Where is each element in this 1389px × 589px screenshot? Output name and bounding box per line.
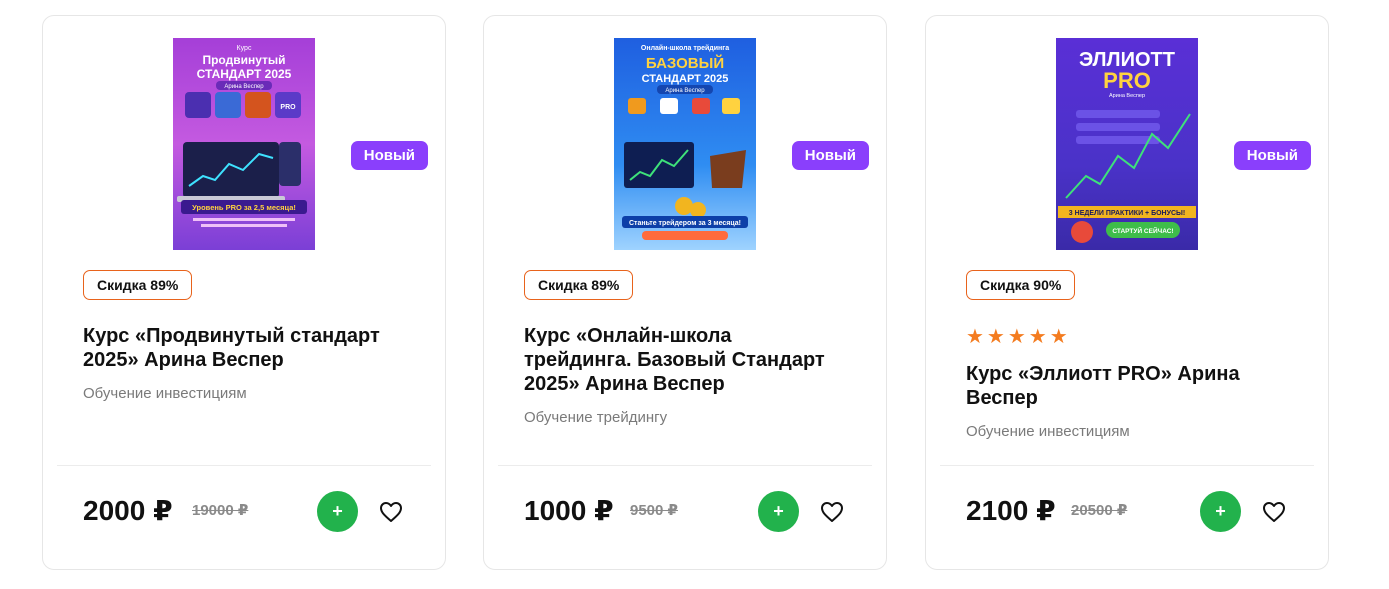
product-category: Обучение инвестициям: [83, 385, 247, 402]
product-card[interactable]: Онлайн-школа трейдинга БАЗОВЫЙ СТАНДАРТ …: [483, 15, 887, 570]
product-card[interactable]: Курс Продвинутый СТАНДАРТ 2025 Арина Вес…: [42, 15, 446, 570]
svg-text:Курс: Курс: [237, 45, 252, 52]
heart-icon: [1263, 502, 1285, 522]
product-category: Обучение трейдингу: [524, 409, 668, 426]
plus-icon: +: [773, 501, 784, 521]
discount-badge: Скидка 89%: [83, 270, 193, 300]
divider: [940, 465, 1314, 466]
current-price: 2000 ₽: [83, 495, 173, 526]
svg-text:3 НЕДЕЛИ ПРАКТИКИ + БОНУСЫ!: 3 НЕДЕЛИ ПРАКТИКИ + БОНУСЫ!: [1069, 210, 1185, 217]
svg-text:PRO: PRO: [280, 104, 296, 111]
svg-text:Арина Веспер: Арина Веспер: [224, 84, 264, 90]
svg-text:БАЗОВЫЙ: БАЗОВЫЙ: [646, 54, 724, 72]
svg-text:СТАНДАРТ 2025: СТАНДАРТ 2025: [197, 67, 292, 81]
old-price: 20500 ₽: [1071, 502, 1128, 519]
divider: [57, 465, 431, 466]
svg-text:PRO: PRO: [1103, 68, 1151, 93]
old-price: 19000 ₽: [192, 502, 249, 519]
current-price: 1000 ₽: [524, 495, 614, 526]
svg-text:Продвинутый: Продвинутый: [202, 53, 285, 67]
product-title[interactable]: Курс «Продвинутый стандарт 2025» Арина В…: [83, 324, 403, 372]
svg-text:Арина Веспер: Арина Веспер: [665, 88, 705, 94]
svg-text:Станьте трейдером за 3 месяца!: Станьте трейдером за 3 месяца!: [629, 219, 741, 227]
product-cover-image[interactable]: Онлайн-школа трейдинга БАЗОВЫЙ СТАНДАРТ …: [614, 38, 756, 250]
new-badge: Новый: [350, 141, 428, 170]
plus-icon: +: [1215, 501, 1226, 521]
product-card[interactable]: ЭЛЛИОТТ PRO Арина Веспер 3 НЕДЕЛИ ПРАКТИ…: [925, 15, 1329, 570]
add-to-cart-button[interactable]: +: [317, 491, 358, 532]
favorite-button[interactable]: [1259, 497, 1289, 527]
favorite-button[interactable]: [376, 497, 406, 527]
new-badge: Новый: [1233, 141, 1311, 170]
product-cover-image[interactable]: Курс Продвинутый СТАНДАРТ 2025 Арина Вес…: [173, 38, 315, 250]
heart-icon: [821, 502, 843, 522]
product-title[interactable]: Курс «Онлайн-школа трейдинга. Базовый Ст…: [524, 324, 844, 396]
add-to-cart-button[interactable]: +: [1200, 491, 1241, 532]
add-to-cart-button[interactable]: +: [758, 491, 799, 532]
current-price: 2100 ₽: [966, 495, 1056, 526]
product-cover-image[interactable]: ЭЛЛИОТТ PRO Арина Веспер 3 НЕДЕЛИ ПРАКТИ…: [1056, 38, 1198, 250]
svg-text:СТАНДАРТ 2025: СТАНДАРТ 2025: [642, 73, 729, 85]
heart-icon: [380, 502, 402, 522]
svg-text:СТАРТУЙ СЕЙЧАС!: СТАРТУЙ СЕЙЧАС!: [1112, 226, 1173, 235]
svg-text:Арина Веспер: Арина Веспер: [1109, 93, 1145, 99]
product-title[interactable]: Курс «Эллиотт PRO» Арина Веспер: [966, 362, 1286, 410]
rating-stars: ★★★★★: [966, 326, 1071, 348]
svg-text:Уровень PRO за 2,5 месяца!: Уровень PRO за 2,5 месяца!: [192, 203, 296, 212]
discount-badge: Скидка 90%: [966, 270, 1076, 300]
discount-badge: Скидка 89%: [524, 270, 634, 300]
product-grid: Курс Продвинутый СТАНДАРТ 2025 Арина Вес…: [0, 0, 1389, 589]
product-category: Обучение инвестициям: [966, 423, 1130, 440]
favorite-button[interactable]: [817, 497, 847, 527]
new-badge: Новый: [791, 141, 869, 170]
plus-icon: +: [332, 501, 343, 521]
divider: [498, 465, 872, 466]
old-price: 9500 ₽: [630, 502, 678, 519]
svg-text:Онлайн-школа трейдинга: Онлайн-школа трейдинга: [641, 44, 729, 52]
